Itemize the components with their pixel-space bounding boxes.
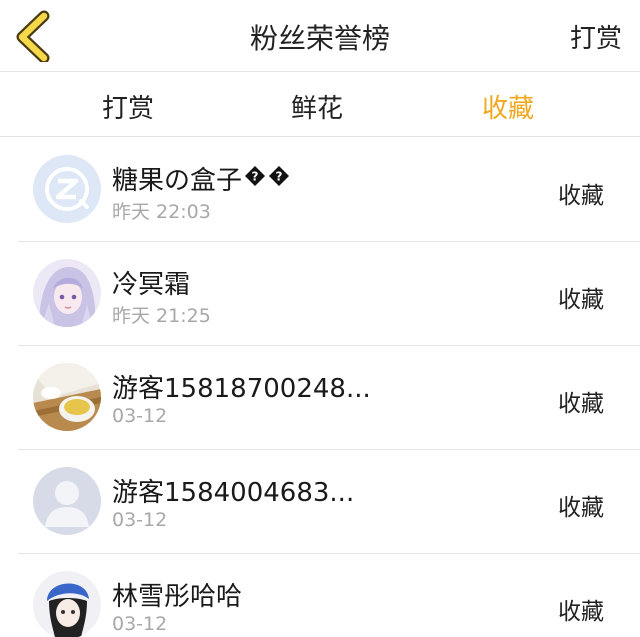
avatar [33,363,101,431]
unknown-glyph-icon: ? [245,166,266,186]
tea-cup-avatar-icon [33,363,101,431]
user-name: 游客1584004683... [112,478,355,508]
favorite-action: 收藏 [558,287,604,313]
timestamp: 03-12 [112,405,168,427]
favorite-action: 收藏 [558,495,604,521]
list-item[interactable]: 林雪彤哈哈 03-12 收藏 [0,554,640,637]
tab-flowers[interactable]: 鲜花 [291,88,343,125]
user-name: 游客15818700248... [112,374,371,404]
avatar [33,467,101,535]
timestamp: 昨天 21:25 [112,305,211,327]
unknown-glyph-icon: ? [269,166,290,186]
avatar [33,259,101,327]
avatar [33,155,101,223]
svg-text:?: ? [276,170,283,184]
reward-button[interactable]: 打赏 [570,18,622,55]
avatar [33,571,101,637]
tab-favorites[interactable]: 收藏 [482,88,534,125]
anime-boy-avatar-icon [33,571,101,637]
anime-girl-avatar-icon [33,259,101,327]
nav-bar: 粉丝荣誉榜 打赏 [0,0,640,72]
list-item[interactable]: 游客15818700248... 03-12 收藏 [0,346,640,450]
favorite-action: 收藏 [558,183,604,209]
list-item[interactable]: 糖果の盒子?? 昨天 22:03 收藏 [0,138,640,242]
default-qq-avatar-icon [33,155,101,223]
timestamp: 03-12 [112,509,168,531]
favorite-action: 收藏 [558,391,604,417]
page-title: 粉丝荣誉榜 [249,22,390,55]
timestamp: 03-12 [112,613,168,635]
user-name: 冷冥霜 [112,270,191,300]
list-item[interactable]: 冷冥霜 昨天 21:25 收藏 [0,242,640,346]
list-item[interactable]: 游客1584004683... 03-12 收藏 [0,450,640,554]
tab-bar: 打赏 鲜花 收藏 [0,73,640,137]
fan-list: 糖果の盒子?? 昨天 22:03 收藏 冷冥霜 昨天 21:25 收藏 游客15… [0,138,640,637]
favorite-action: 收藏 [558,599,604,625]
svg-text:?: ? [252,170,259,184]
tab-reward[interactable]: 打赏 [102,88,154,125]
timestamp: 昨天 22:03 [112,201,211,223]
user-name: 糖果の盒子?? [112,160,290,197]
user-name: 林雪彤哈哈 [112,582,243,612]
default-person-avatar-icon [33,467,101,535]
